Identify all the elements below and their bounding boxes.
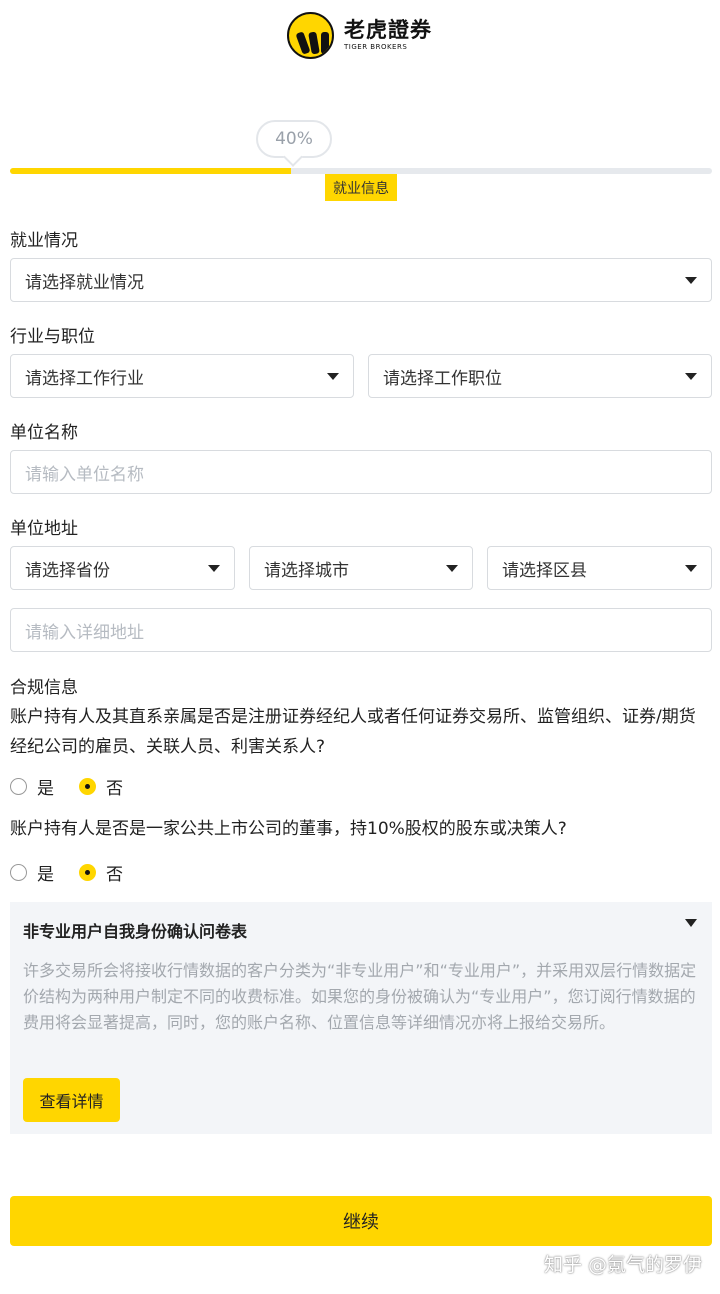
- tiger-logo-icon: [287, 11, 334, 59]
- chevron-down-icon: [685, 565, 697, 572]
- company-name-input[interactable]: 请输入单位名称: [10, 450, 712, 494]
- q2-no-option[interactable]: 否: [79, 860, 123, 885]
- q1-no-option[interactable]: 否: [79, 774, 123, 799]
- district-select-value: 请选择区县: [502, 560, 587, 581]
- collapse-toggle-icon[interactable]: [685, 919, 697, 927]
- address-detail-input[interactable]: 请输入详细地址: [10, 608, 712, 652]
- brand-logo: 老虎證券 TIGER BROKERS: [287, 10, 432, 60]
- compliance-q1-radio-group: 是 否: [10, 774, 148, 799]
- city-select[interactable]: 请选择城市: [249, 546, 473, 590]
- district-select[interactable]: 请选择区县: [487, 546, 712, 590]
- employment-select[interactable]: 请选择就业情况: [10, 258, 712, 302]
- progress-bar-fill: [10, 168, 291, 174]
- compliance-label: 合规信息: [10, 678, 78, 698]
- chevron-down-icon: [208, 565, 220, 572]
- watermark-text: 知乎 @氪气的罗伊: [543, 1254, 702, 1276]
- progress-percent-bubble: 40%: [256, 120, 332, 158]
- continue-button[interactable]: 继续: [10, 1196, 712, 1246]
- industry-select-value: 请选择工作行业: [25, 368, 144, 389]
- employment-label: 就业情况: [10, 231, 78, 251]
- q1-yes-option[interactable]: 是: [10, 774, 54, 799]
- step-label: 就业信息: [325, 174, 397, 201]
- industry-label: 行业与职位: [10, 327, 95, 347]
- position-select-value: 请选择工作职位: [383, 368, 502, 389]
- city-select-value: 请选择城市: [264, 560, 349, 581]
- employment-select-value: 请选择就业情况: [25, 272, 144, 293]
- q2-yes-option[interactable]: 是: [10, 860, 54, 885]
- province-select[interactable]: 请选择省份: [10, 546, 235, 590]
- industry-select[interactable]: 请选择工作行业: [10, 354, 354, 398]
- q1-yes-label: 是: [37, 778, 54, 799]
- chevron-down-icon: [327, 373, 339, 380]
- q2-no-label: 否: [106, 864, 123, 885]
- questionnaire-title: 非专业用户自我身份确认问卷表: [23, 922, 248, 941]
- questionnaire-body: 许多交易所会将接收行情数据的客户分类为“非专业用户”和“专业用户”，并采用双层行…: [23, 961, 697, 1032]
- view-details-button[interactable]: 查看详情: [23, 1078, 120, 1122]
- radio-unchecked-icon[interactable]: [10, 863, 27, 881]
- q1-no-label: 否: [106, 778, 123, 799]
- compliance-question-1: 账户持有人及其直系亲属是否是注册证券经纪人或者任何证券交易所、监管组织、证券/期…: [10, 707, 696, 757]
- questionnaire-panel: 非专业用户自我身份确认问卷表 许多交易所会将接收行情数据的客户分类为“非专业用户…: [10, 902, 712, 1134]
- chevron-down-icon: [685, 277, 697, 284]
- radio-checked-icon[interactable]: [79, 863, 96, 881]
- company-label: 单位名称: [10, 423, 78, 443]
- position-select[interactable]: 请选择工作职位: [368, 354, 712, 398]
- brand-name-en: TIGER BROKERS: [344, 43, 408, 51]
- address-label: 单位地址: [10, 519, 78, 539]
- chevron-down-icon: [685, 373, 697, 380]
- province-select-value: 请选择省份: [25, 560, 110, 581]
- brand-name-cn: 老虎證券: [344, 18, 432, 42]
- compliance-question-2: 账户持有人是否是一家公共上市公司的董事，持10%股权的股东或决策人?: [10, 819, 567, 839]
- compliance-q2-radio-group: 是 否: [10, 860, 148, 885]
- radio-checked-icon[interactable]: [79, 777, 96, 795]
- q2-yes-label: 是: [37, 864, 54, 885]
- chevron-down-icon: [446, 565, 458, 572]
- radio-unchecked-icon[interactable]: [10, 777, 27, 795]
